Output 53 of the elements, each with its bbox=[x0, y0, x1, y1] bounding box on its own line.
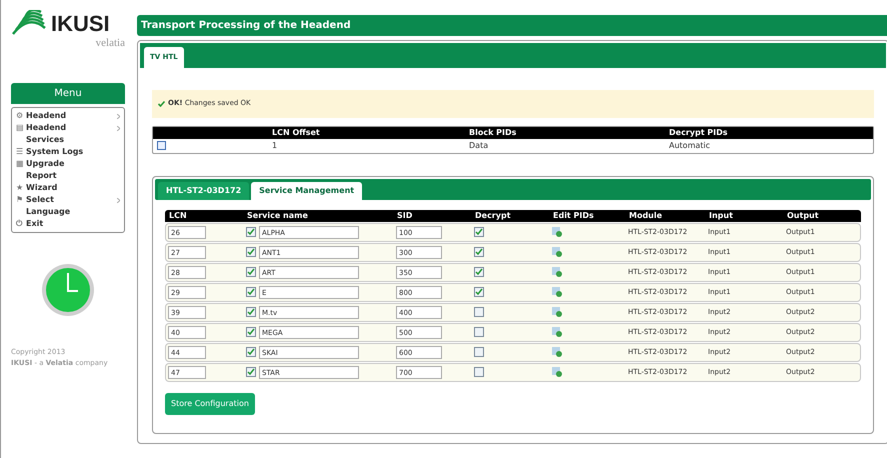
column-header: Input bbox=[709, 210, 734, 222]
edit-pids-icon[interactable] bbox=[552, 267, 562, 277]
checkbox[interactable] bbox=[474, 367, 484, 377]
checkbox[interactable] bbox=[246, 367, 256, 377]
edit-pids-icon[interactable] bbox=[552, 367, 562, 377]
edit-pids-icon[interactable] bbox=[552, 347, 562, 357]
check-icon bbox=[158, 100, 165, 106]
menu-item[interactable]: ⚑ Select Language bbox=[16, 194, 120, 218]
edit-pids-icon[interactable] bbox=[552, 227, 562, 237]
checkbox[interactable] bbox=[246, 327, 256, 337]
column-header: LCN bbox=[169, 210, 188, 222]
checkbox[interactable] bbox=[474, 347, 484, 357]
table-cell-text: 1 bbox=[272, 140, 278, 152]
checkbox[interactable] bbox=[474, 287, 484, 297]
edit-pids-icon[interactable] bbox=[552, 307, 562, 317]
checkbox[interactable] bbox=[474, 247, 484, 257]
table-cell-text: Automatic bbox=[669, 140, 712, 152]
edit-pids-icon[interactable] bbox=[552, 327, 562, 337]
checkbox[interactable] bbox=[246, 287, 256, 297]
logo-subtitle: velatia bbox=[96, 38, 125, 49]
menu-item[interactable]: ▦ Upgrade Report bbox=[16, 158, 120, 182]
column-header: Block PIDs bbox=[469, 126, 518, 138]
menu-item[interactable]: ★ Wizard bbox=[16, 182, 120, 194]
column-header: Service name bbox=[247, 210, 309, 222]
page-title-bar: Transport Processing of the Headend bbox=[137, 15, 887, 36]
column-header: Output bbox=[787, 210, 820, 222]
menu-item[interactable]: ⏻ Exit bbox=[16, 218, 120, 230]
checkbox[interactable] bbox=[474, 267, 484, 277]
column-header: LCN Offset bbox=[272, 126, 321, 138]
menu-header: Menu bbox=[11, 83, 125, 104]
menu-item[interactable]: ▤ Headend Services bbox=[16, 122, 120, 146]
checkbox[interactable] bbox=[246, 347, 256, 357]
checkbox[interactable] bbox=[246, 307, 256, 317]
checkbox[interactable] bbox=[474, 227, 484, 237]
checkbox[interactable] bbox=[474, 327, 484, 337]
checkbox[interactable] bbox=[474, 307, 484, 317]
column-header: SID bbox=[397, 210, 414, 222]
column-header: Module bbox=[629, 210, 664, 222]
menu-item[interactable]: ⚙ Headend bbox=[16, 110, 120, 122]
edit-pids-icon[interactable] bbox=[552, 287, 562, 297]
checkbox[interactable] bbox=[246, 247, 256, 257]
logo-text: IKUSI bbox=[51, 13, 110, 35]
column-header: Decrypt PIDs bbox=[669, 126, 729, 138]
clock-icon bbox=[41, 263, 95, 317]
menu-item[interactable]: ☰ System Logs bbox=[16, 146, 120, 158]
tab[interactable]: Service Management bbox=[251, 182, 362, 200]
column-header: Decrypt bbox=[475, 210, 512, 222]
edit-icon[interactable] bbox=[157, 141, 166, 150]
column-header: Edit PIDs bbox=[553, 210, 595, 222]
table-cell-text: Data bbox=[469, 140, 490, 152]
checkbox[interactable] bbox=[246, 267, 256, 277]
checkbox[interactable] bbox=[246, 227, 256, 237]
edit-pids-icon[interactable] bbox=[552, 247, 562, 257]
